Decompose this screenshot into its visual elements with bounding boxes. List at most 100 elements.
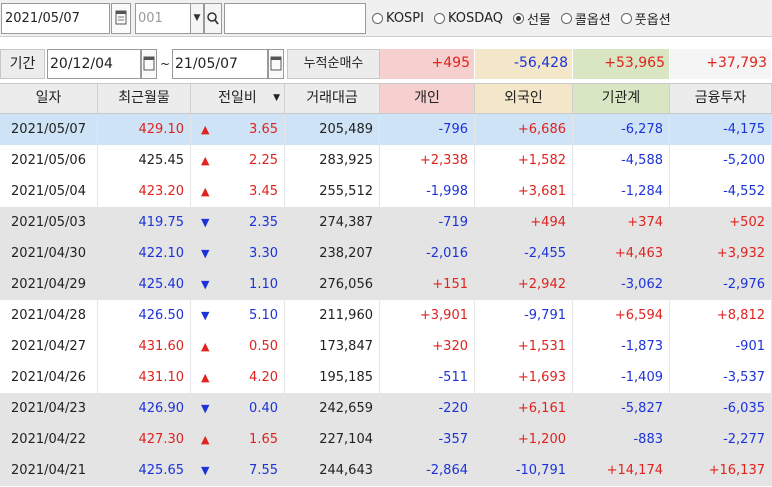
cell-date: 2021/05/06: [0, 145, 98, 176]
column-header[interactable]: 개인: [380, 84, 475, 113]
column-header-label: 개인: [414, 90, 440, 106]
cell-foreign: +3,681: [475, 176, 573, 207]
arrow-down-icon: ▼: [201, 247, 210, 260]
radio-label: KOSDAQ: [447, 11, 503, 26]
change-value: 2.25: [249, 153, 278, 168]
table-row[interactable]: 2021/05/06 425.45 ▲ 2.25 283,925 +2,338 +1,582…: [0, 145, 772, 176]
cell-indiv: +3,901: [380, 300, 475, 331]
cell-change: ▼ 3.30: [191, 238, 285, 269]
table-row[interactable]: 2021/04/29 425.40 ▼ 1.10 276,056 +151 +2,942 -3…: [0, 269, 772, 300]
radio-dot-icon[interactable]: [620, 13, 632, 24]
start-date-field[interactable]: 20/12/04: [47, 49, 141, 79]
end-date-field[interactable]: 21/05/07: [172, 49, 268, 79]
arrow-up-icon: ▲: [201, 123, 210, 136]
cell-inst: -5,827: [573, 393, 670, 424]
radio-3[interactable]: 콜옵션: [560, 9, 611, 28]
radio-label: 풋옵션: [634, 13, 671, 28]
table-row[interactable]: 2021/05/03 419.75 ▼ 2.35 274,387 -719 +494 +374…: [0, 207, 772, 238]
investor-trading-table: 일자 최근월물 전일비 ▼ 거래대금 개인 외국인 기관계 금융투자 2021/05/07 429…: [0, 83, 772, 486]
table-row[interactable]: 2021/05/04 423.20 ▲ 3.45 255,512 -1,998 +3,681…: [0, 176, 772, 207]
table-row[interactable]: 2021/04/26 431.10 ▲ 4.20 195,185 -511 +1,693 -1…: [0, 362, 772, 393]
cell-indiv: -796: [380, 114, 475, 145]
cell-indiv: +2,338: [380, 145, 475, 176]
radio-dot-icon[interactable]: [512, 13, 524, 24]
cell-indiv: -2,864: [380, 455, 475, 486]
column-header[interactable]: 기관계: [573, 84, 670, 113]
table-row[interactable]: 2021/04/28 426.50 ▼ 5.10 211,960 +3,901 -9,791…: [0, 300, 772, 331]
market-radio-group: KOSPI KOSDAQ 선물 콜옵션 풋옵션: [372, 3, 770, 34]
arrow-down-icon: ▼: [201, 402, 210, 415]
radio-1[interactable]: KOSDAQ: [433, 11, 503, 26]
cell-foreign: +1,200: [475, 424, 573, 455]
table-row[interactable]: 2021/04/23 426.90 ▼ 0.40 242,659 -220 +6,161 -5…: [0, 393, 772, 424]
column-header-label: 일자: [35, 90, 62, 106]
cell-fin: +8,812: [670, 300, 772, 331]
cell-inst: +4,463: [573, 238, 670, 269]
cell-price: 425.40: [98, 269, 191, 300]
toolbar: 2021/05/07 001 ▼ KOSPI KOSDAQ 선물 콜옵션 풋옵션: [0, 0, 772, 37]
cell-fin: -4,175: [670, 114, 772, 145]
column-header[interactable]: 최근월물: [98, 84, 191, 113]
cell-change: ▲ 4.20: [191, 362, 285, 393]
date-field[interactable]: 2021/05/07: [1, 3, 110, 34]
cell-foreign: +6,161: [475, 393, 573, 424]
calendar-icon[interactable]: [141, 49, 157, 79]
cell-volume: 227,104: [285, 424, 380, 455]
cell-inst: -6,278: [573, 114, 670, 145]
change-value: 1.10: [249, 277, 278, 292]
arrow-up-icon: ▲: [201, 154, 210, 167]
cell-date: 2021/04/21: [0, 455, 98, 486]
cell-price: 431.60: [98, 331, 191, 362]
radio-dot-icon[interactable]: [560, 13, 572, 24]
cell-date: 2021/04/29: [0, 269, 98, 300]
calendar-icon[interactable]: [268, 49, 284, 79]
table-row[interactable]: 2021/04/21 425.65 ▼ 7.55 244,643 -2,864 -10,79…: [0, 455, 772, 486]
table-row[interactable]: 2021/04/27 431.60 ▲ 0.50 173,847 +320 +1,531 -1…: [0, 331, 772, 362]
radio-label: 선물: [526, 13, 551, 28]
cell-indiv: -357: [380, 424, 475, 455]
cell-change: ▼ 1.10: [191, 269, 285, 300]
cell-fin: +16,137: [670, 455, 772, 486]
cell-inst: +14,174: [573, 455, 670, 486]
radio-0[interactable]: KOSPI: [372, 11, 424, 26]
cell-volume: 283,925: [285, 145, 380, 176]
search-icon[interactable]: [204, 3, 222, 34]
arrow-up-icon: ▲: [201, 371, 210, 384]
column-header[interactable]: 금융투자: [670, 84, 772, 113]
name-field[interactable]: [224, 3, 366, 34]
cell-foreign: +1,582: [475, 145, 573, 176]
cell-volume: 195,185: [285, 362, 380, 393]
change-value: 7.55: [249, 463, 278, 478]
code-input[interactable]: 001: [135, 3, 191, 34]
column-header[interactable]: 거래대금: [285, 84, 380, 113]
column-header-label: 기관계: [601, 90, 641, 106]
calendar-icon[interactable]: [111, 3, 131, 34]
cell-indiv: -220: [380, 393, 475, 424]
cell-change: ▲ 3.45: [191, 176, 285, 207]
column-header[interactable]: 외국인: [475, 84, 573, 113]
arrow-down-icon: ▼: [201, 216, 210, 229]
change-value: 4.20: [249, 370, 278, 385]
arrow-up-icon: ▲: [201, 433, 210, 446]
cell-volume: 276,056: [285, 269, 380, 300]
radio-dot-icon[interactable]: [372, 13, 383, 24]
chevron-down-icon[interactable]: ▼: [190, 3, 204, 34]
cell-date: 2021/04/27: [0, 331, 98, 362]
cell-fin: +502: [670, 207, 772, 238]
column-header-label: 거래대금: [306, 90, 358, 106]
radio-4[interactable]: 풋옵션: [620, 9, 671, 28]
column-header-label: 금융투자: [694, 90, 747, 106]
table-row[interactable]: 2021/04/30 422.10 ▼ 3.30 238,207 -2,016 -2,455…: [0, 238, 772, 269]
cell-date: 2021/04/22: [0, 424, 98, 455]
cumulative-net-buy-label: 누적순매수: [287, 49, 380, 79]
cell-inst: +6,594: [573, 300, 670, 331]
table-row[interactable]: 2021/05/07 429.10 ▲ 3.65 205,489 -796 +6,686 -6…: [0, 114, 772, 145]
column-header-label: 전일비: [218, 90, 257, 106]
radio-dot-icon[interactable]: [433, 13, 445, 24]
column-header[interactable]: 일자: [0, 84, 98, 113]
cell-fin: -2,976: [670, 269, 772, 300]
radio-2[interactable]: 선물: [512, 9, 551, 28]
table-row[interactable]: 2021/04/22 427.30 ▲ 1.65 227,104 -357 +1,200 -8…: [0, 424, 772, 455]
sort-down-icon[interactable]: ▼: [273, 84, 280, 113]
column-header[interactable]: 전일비 ▼: [191, 84, 285, 113]
